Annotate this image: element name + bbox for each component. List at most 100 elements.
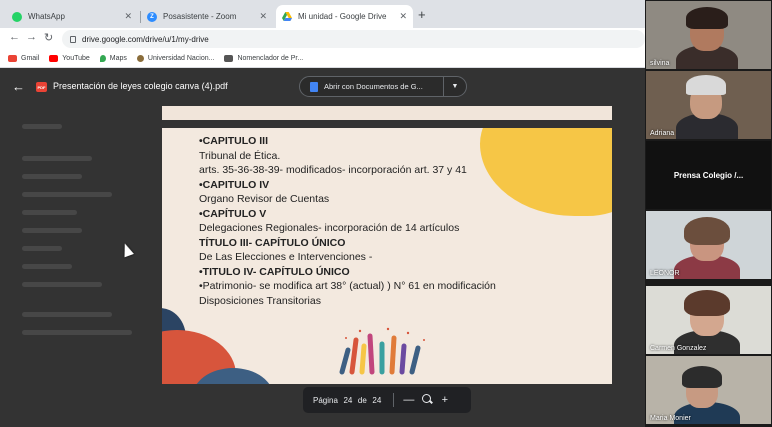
gmail-icon: [8, 55, 17, 62]
slide-line: De Las Elecciones e Intervenciones -: [199, 251, 373, 263]
zoom-out-button[interactable]: —: [400, 394, 418, 406]
close-icon[interactable]: ✕: [399, 11, 407, 22]
participant-name: silvina: [650, 60, 670, 67]
drive-sidebar-ghost: [22, 192, 112, 197]
reload-icon[interactable]: ↻: [44, 31, 53, 44]
bookmark-nomenclador[interactable]: Nomenclador de Pr...: [224, 55, 303, 62]
bookmark-youtube[interactable]: YouTube: [49, 55, 90, 62]
pdf-page: •CAPITULO III Tribunal de Ética. arts. 35…: [162, 128, 612, 384]
zoom-icon: Z: [147, 11, 157, 22]
tab-zoom[interactable]: Z Posasistente - Zoom ✕: [141, 5, 273, 28]
raised-hands-illustration: [339, 327, 425, 375]
participant-tile[interactable]: Adriana: [646, 71, 771, 139]
back-arrow-icon[interactable]: ←: [12, 80, 25, 93]
tab-title: Posasistente - Zoom: [163, 12, 237, 21]
bookmark-label: Maps: [109, 55, 127, 62]
slide-line: •CAPÍTULO V: [199, 207, 267, 220]
bookmark-label: Gmail: [21, 55, 40, 62]
previous-pdf-page: [162, 106, 612, 120]
drive-sidebar-ghost: [22, 330, 132, 335]
tab-drive[interactable]: Mi unidad - Google Drive ✕: [276, 5, 413, 28]
zoom-button[interactable]: [418, 394, 436, 406]
drive-sidebar-ghost: [22, 312, 112, 317]
new-tab-button[interactable]: +: [418, 8, 426, 21]
participant-tile[interactable]: Prensa Colegio /...: [646, 141, 771, 209]
browser-toolbar: ← → ↻ drive.google.com/drive/u/1/my-driv…: [0, 28, 645, 50]
total-pages: 24: [372, 395, 382, 405]
tab-strip: WhatsApp ✕ Z Posasistente - Zoom ✕ Mi un…: [0, 0, 645, 28]
participant-video: [686, 75, 726, 95]
drive-sidebar-ghost: [22, 246, 62, 251]
bookmark-label: Nomenclador de Pr...: [237, 55, 304, 62]
page-controls: Página 24 de 24 — +: [303, 387, 471, 413]
magnifier-icon: [422, 394, 432, 403]
bookmark-label: Universidad Nacion...: [147, 55, 215, 62]
zoom-in-button[interactable]: +: [436, 394, 454, 406]
participant-name: Prensa Colegio /...: [673, 170, 744, 180]
back-arrow-icon[interactable]: ←: [9, 31, 20, 43]
participant-name: Adriana: [650, 130, 675, 137]
participant-tile[interactable]: silvina: [646, 1, 771, 69]
drive-sidebar-ghost: [22, 228, 82, 233]
pdf-file-icon: PDF: [36, 82, 47, 92]
slide-line: arts. 35-36-38-39- modificados- incorpor…: [199, 164, 467, 176]
participant-video: [684, 290, 730, 316]
pdf-viewer-header: ← PDF Presentación de leyes colegio canv…: [0, 68, 645, 106]
tab-whatsapp[interactable]: WhatsApp ✕: [6, 5, 138, 28]
participant-video: [684, 217, 730, 245]
tab-title: Mi unidad - Google Drive: [298, 12, 387, 21]
slide-line: TÍTULO III- CAPÍTULO ÚNICO: [199, 236, 346, 249]
close-icon[interactable]: ✕: [259, 11, 267, 22]
close-icon[interactable]: ✕: [124, 11, 132, 22]
drive-sidebar-ghost: [22, 282, 102, 287]
slide-text: •CAPITULO III Tribunal de Ética. arts. 35…: [199, 134, 529, 308]
participant-name: Carmen Gonzalez: [650, 345, 707, 352]
slide-line: Organo Revisor de Cuentas: [199, 193, 330, 205]
chevron-down-icon[interactable]: ▼: [444, 83, 466, 90]
page-label: Página: [313, 395, 338, 405]
bookmark-site-icon: [224, 55, 234, 62]
slide-line: Delegaciones Regionales- incorporación d…: [199, 222, 460, 234]
participant-video: [682, 366, 722, 388]
drive-sidebar-ghost: [22, 210, 77, 215]
bookmarks-bar: Gmail YouTube Maps Universidad Nacion...…: [0, 50, 645, 68]
document-title: Presentación de leyes colegio canva (4).…: [53, 81, 228, 91]
url-text: drive.google.com/drive/u/1/my-drive: [82, 34, 209, 44]
slide-line: •CAPITULO IV: [199, 178, 270, 191]
google-docs-icon: [310, 81, 318, 92]
bookmark-maps[interactable]: Maps: [99, 55, 127, 62]
drive-sidebar-ghost: [22, 156, 92, 161]
current-page-input[interactable]: 24: [338, 396, 358, 405]
participant-video: [686, 7, 728, 29]
whatsapp-icon: [12, 11, 22, 22]
open-with-button[interactable]: Abrir con Documentos de G... ▼: [299, 76, 467, 97]
page-of-label: de: [357, 395, 367, 405]
participant-tile[interactable]: Maria Monier: [646, 356, 771, 424]
slide-line: Disposiciones Transitorias: [199, 294, 321, 307]
slide-line: •Patrimonio- se modifica art 38° (actual…: [199, 280, 496, 292]
youtube-icon: [49, 55, 59, 62]
slide-line: •TITULO IV- CAPÍTULO ÚNICO: [199, 265, 350, 278]
bookmark-gmail[interactable]: Gmail: [8, 55, 39, 62]
browser-window: WhatsApp ✕ Z Posasistente - Zoom ✕ Mi un…: [0, 0, 645, 427]
maps-pin-icon: [99, 55, 106, 62]
slide-line: Tribunal de Ética.: [199, 149, 281, 162]
participant-tile[interactable]: Carmen Gonzalez: [646, 286, 771, 354]
drive-sidebar-ghost: [22, 174, 82, 179]
university-icon: [136, 55, 144, 62]
drive-sidebar-ghost: [22, 124, 62, 129]
drive-sidebar-ghost: [22, 264, 72, 269]
participant-name: Maria Monier: [650, 415, 691, 422]
open-with-label: Abrir con Documentos de G...: [324, 82, 423, 91]
address-bar[interactable]: drive.google.com/drive/u/1/my-drive: [62, 30, 645, 48]
lock-icon: [70, 35, 76, 43]
participant-tile[interactable]: LEONOR: [646, 211, 771, 279]
divider: [392, 393, 394, 407]
forward-arrow-icon[interactable]: →: [26, 31, 37, 43]
bookmark-label: YouTube: [62, 55, 90, 62]
slide-line: •CAPITULO III: [199, 135, 269, 147]
tab-title: WhatsApp: [28, 12, 65, 21]
drive-icon: [282, 12, 292, 22]
bookmark-universidad[interactable]: Universidad Nacion...: [136, 55, 215, 62]
video-gallery: silvina Adriana Prensa Colegio /... LEON…: [645, 0, 772, 427]
